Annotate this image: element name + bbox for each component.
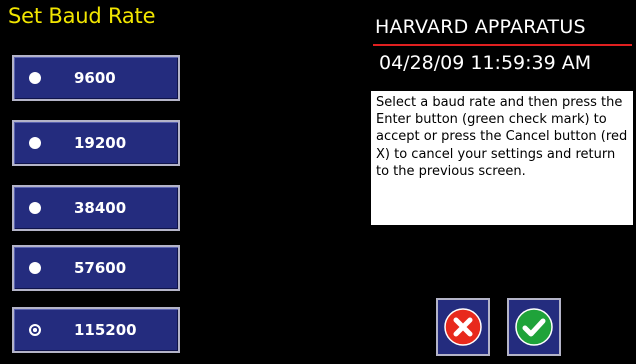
instructions-text: Select a baud rate and then press the En…	[376, 95, 628, 179]
baud-option-label: 57600	[74, 259, 127, 277]
baud-option-38400[interactable]: 38400	[12, 185, 180, 231]
datetime-display: 04/28/09 11:59:39 AM	[379, 52, 592, 74]
radio-icon	[29, 262, 41, 274]
baud-option-label: 38400	[74, 199, 127, 217]
baud-option-19200[interactable]: 19200	[12, 120, 180, 166]
brand-divider	[373, 44, 632, 46]
enter-button[interactable]	[507, 298, 561, 356]
cancel-button[interactable]	[436, 298, 490, 356]
radio-icon	[29, 137, 41, 149]
baud-option-115200[interactable]: 115200	[12, 307, 180, 353]
brand-name: HARVARD APPARATUS	[375, 16, 586, 38]
radio-icon	[29, 202, 41, 214]
baud-option-label: 115200	[74, 321, 137, 339]
instructions-panel: Select a baud rate and then press the En…	[371, 91, 633, 225]
baud-option-9600[interactable]: 9600	[12, 55, 180, 101]
baud-option-label: 9600	[74, 69, 116, 87]
red-x-icon	[444, 308, 482, 346]
screen-title: Set Baud Rate	[8, 4, 156, 28]
baud-option-label: 19200	[74, 134, 127, 152]
baud-option-57600[interactable]: 57600	[12, 245, 180, 291]
radio-icon	[29, 72, 41, 84]
green-check-icon	[515, 308, 553, 346]
radio-selected-icon	[29, 324, 41, 336]
